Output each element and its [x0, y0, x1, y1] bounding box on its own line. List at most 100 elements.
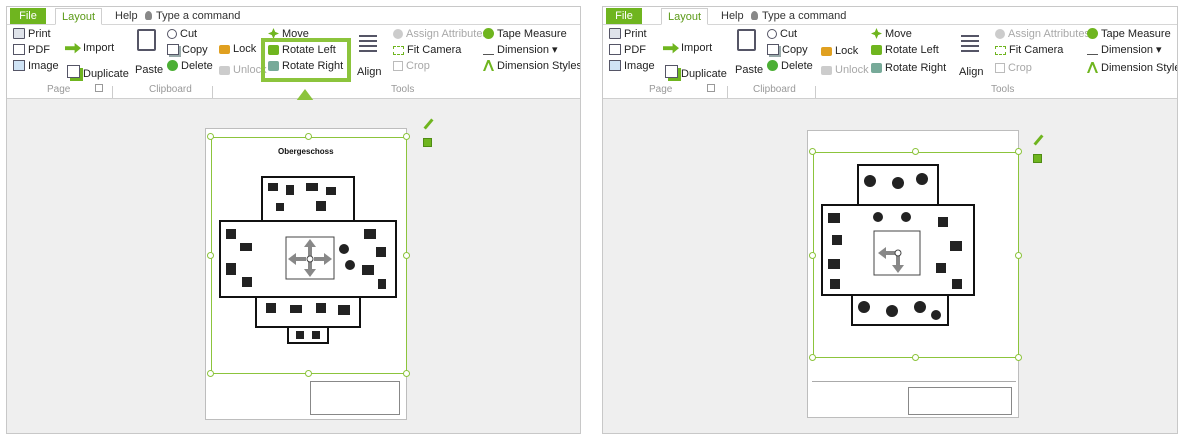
image-icon [13, 60, 25, 71]
print-button[interactable]: Print [609, 27, 647, 41]
unlock-icon [219, 66, 230, 75]
command-search[interactable]: Type a command [751, 8, 846, 24]
crop-button[interactable]: Crop [393, 59, 430, 73]
copy-button[interactable]: Copy [767, 43, 808, 57]
group-divider [112, 86, 113, 98]
tab-layout[interactable]: Layout [661, 8, 709, 25]
delete-button[interactable]: Delete [167, 59, 213, 73]
assign-attributes-button[interactable]: Assign Attributes [995, 27, 1090, 41]
rotate-left-button[interactable]: Rotate Left [871, 43, 939, 57]
cut-button[interactable]: Cut [167, 27, 197, 41]
pdf-icon [609, 44, 621, 55]
align-icon [961, 35, 979, 55]
edit-pencil-icon[interactable] [423, 118, 434, 130]
tape-measure-button[interactable]: Tape Measure [483, 27, 567, 41]
cut-button[interactable]: Cut [767, 27, 797, 41]
dialog-launcher-icon[interactable] [707, 84, 715, 92]
scissors-icon [167, 29, 177, 39]
layout-canvas[interactable] [603, 100, 1177, 433]
screenshot-after: File Layout Help Type a command Print PD… [602, 6, 1178, 434]
resize-handle[interactable] [809, 354, 816, 361]
delete-button[interactable]: Delete [767, 59, 813, 73]
resize-handle[interactable] [305, 370, 312, 377]
rotate-right-icon [871, 63, 882, 73]
dialog-launcher-icon[interactable] [95, 84, 103, 92]
copy-icon [767, 44, 779, 55]
crop-button[interactable]: Crop [995, 61, 1032, 75]
resize-handle[interactable] [912, 148, 919, 155]
lightbulb-icon [145, 11, 152, 20]
resize-handle[interactable] [1015, 252, 1022, 259]
properties-icon[interactable] [423, 138, 432, 147]
resize-handle[interactable] [207, 133, 214, 140]
group-label-tools: Tools [391, 84, 415, 95]
tab-file[interactable]: File [606, 8, 642, 24]
selection-frame[interactable] [813, 152, 1019, 358]
align-button[interactable]: Align [357, 65, 381, 79]
move-button[interactable]: Move [871, 27, 912, 41]
tab-help[interactable]: Help [715, 8, 750, 25]
fit-camera-icon [995, 46, 1006, 55]
title-block-line [812, 381, 1016, 382]
resize-handle[interactable] [1015, 148, 1022, 155]
dimension-button[interactable]: Dimension ▾ [1087, 43, 1162, 57]
align-icon [359, 35, 377, 55]
align-button[interactable]: Align [959, 65, 983, 79]
copy-button[interactable]: Copy [167, 43, 208, 57]
selection-frame[interactable] [211, 137, 407, 374]
import-button[interactable]: Import [83, 41, 114, 55]
print-button[interactable]: Print [13, 27, 51, 41]
pdf-button[interactable]: PDF [609, 43, 646, 57]
paste-button[interactable]: Paste [135, 63, 163, 77]
tape-measure-button[interactable]: Tape Measure [1087, 27, 1171, 41]
paste-icon [737, 29, 756, 51]
title-block [310, 381, 400, 415]
assign-attributes-icon [393, 29, 403, 39]
resize-handle[interactable] [809, 148, 816, 155]
resize-handle[interactable] [403, 133, 410, 140]
resize-handle[interactable] [403, 252, 410, 259]
image-button[interactable]: Image [609, 59, 655, 73]
pdf-button[interactable]: PDF [13, 43, 50, 57]
duplicate-button[interactable]: Duplicate [83, 67, 129, 81]
ribbon-tab-bar: File Layout Help Type a command [603, 7, 1177, 25]
import-button[interactable]: Import [681, 41, 712, 55]
resize-handle[interactable] [809, 252, 816, 259]
lock-button[interactable]: Lock [821, 44, 858, 58]
resize-handle[interactable] [1015, 354, 1022, 361]
dimension-button[interactable]: Dimension ▾ [483, 43, 558, 57]
lock-button[interactable]: Lock [219, 42, 256, 56]
fit-camera-button[interactable]: Fit Camera [393, 43, 461, 57]
rotate-right-button[interactable]: Rotate Right [871, 61, 946, 75]
layout-canvas[interactable]: Obergeschoss [7, 100, 580, 433]
edit-pencil-icon[interactable] [1033, 134, 1044, 146]
resize-handle[interactable] [207, 252, 214, 259]
tape-measure-icon [483, 28, 494, 39]
copy-icon [167, 44, 179, 55]
tab-file[interactable]: File [10, 8, 46, 24]
assign-attributes-icon [995, 29, 1005, 39]
command-search[interactable]: Type a command [145, 8, 240, 24]
resize-handle[interactable] [912, 354, 919, 361]
fit-camera-button[interactable]: Fit Camera [995, 43, 1063, 57]
properties-icon[interactable] [1033, 154, 1042, 163]
dimension-styles-button[interactable]: Dimension Styles ▾ [483, 59, 580, 73]
paste-button[interactable]: Paste [735, 63, 763, 77]
resize-handle[interactable] [305, 133, 312, 140]
unlock-button[interactable]: Unlock [821, 63, 869, 77]
dimension-styles-icon [1087, 62, 1098, 73]
duplicate-icon [665, 65, 678, 78]
group-label-page: Page [47, 84, 71, 95]
dimension-styles-button[interactable]: Dimension Styles ▾ [1087, 61, 1177, 75]
crop-icon [995, 63, 1005, 73]
image-button[interactable]: Image [13, 59, 59, 73]
tab-layout[interactable]: Layout [55, 8, 103, 25]
duplicate-button[interactable]: Duplicate [681, 67, 727, 81]
resize-handle[interactable] [403, 370, 410, 377]
unlock-button[interactable]: Unlock [219, 63, 267, 77]
tab-help[interactable]: Help [109, 8, 144, 25]
assign-attributes-button[interactable]: Assign Attributes [393, 27, 488, 41]
group-label-page: Page [649, 84, 673, 95]
resize-handle[interactable] [207, 370, 214, 377]
group-divider [727, 86, 728, 98]
